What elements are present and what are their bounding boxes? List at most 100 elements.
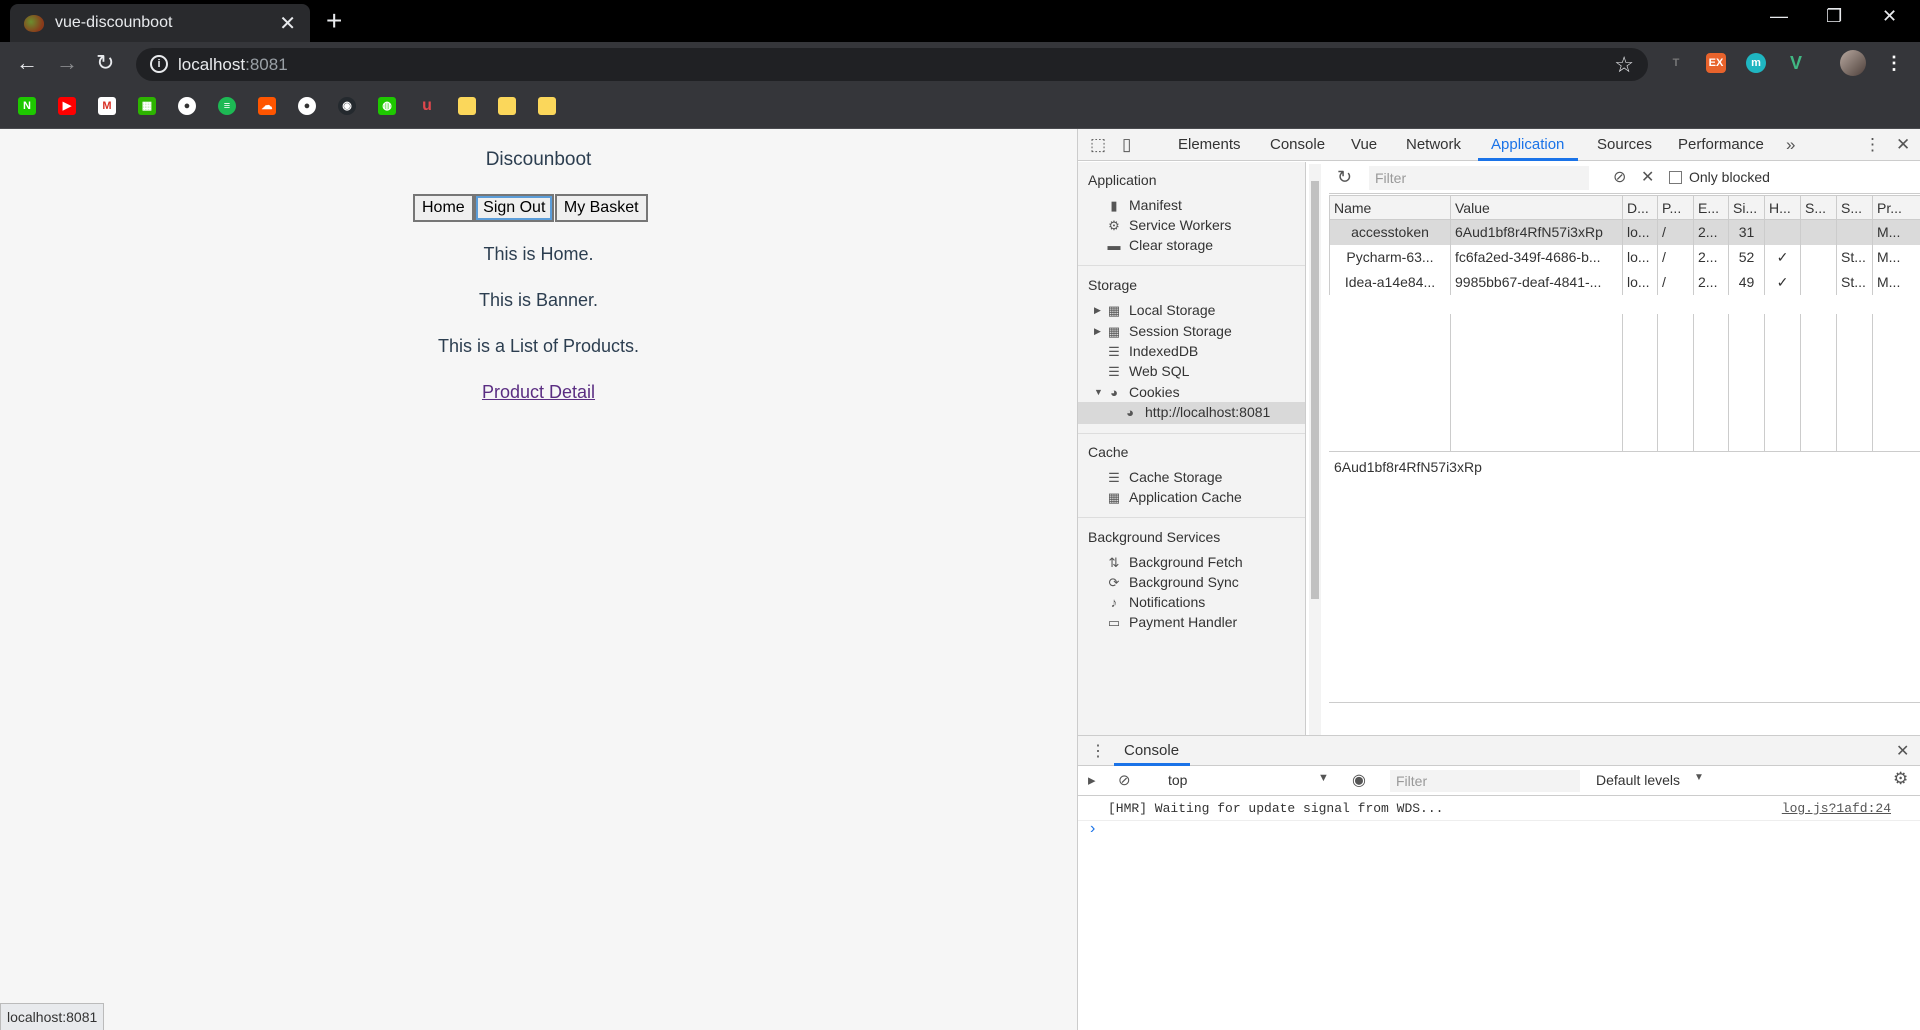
bookmark-globe-icon[interactable]: ● bbox=[178, 97, 196, 115]
table-row[interactable]: accesstoken 6Aud1bf8r4RfN57i3xRp lo... /… bbox=[1329, 219, 1920, 245]
product-detail-link[interactable]: Product Detail bbox=[482, 382, 595, 402]
more-tabs-icon[interactable]: » bbox=[1786, 135, 1795, 155]
sidebar-item-notifications[interactable]: ♪ Notifications bbox=[1106, 594, 1206, 610]
sidebar-item-clear-storage[interactable]: ▬ Clear storage bbox=[1106, 237, 1214, 253]
sidebar-item-session-storage[interactable]: ▦ Session Storage bbox=[1106, 323, 1232, 340]
my-basket-button[interactable]: My Basket bbox=[554, 194, 648, 222]
drawer-menu-icon[interactable]: ⋮ bbox=[1090, 741, 1106, 761]
tab-console[interactable]: Console bbox=[1270, 136, 1325, 153]
sidebar-item-indexeddb[interactable]: ☰ IndexedDB bbox=[1106, 343, 1198, 360]
eye-icon[interactable]: ◉ bbox=[1352, 770, 1366, 790]
sidebar-item-manifest[interactable]: ▮ Manifest bbox=[1106, 197, 1182, 214]
gear-icon[interactable]: ⚙ bbox=[1893, 769, 1908, 789]
sidebar-item-cookie-origin[interactable]: ◕ http://localhost:8081 bbox=[1122, 404, 1270, 420]
tab-application[interactable]: Application bbox=[1491, 136, 1564, 153]
tab-vue[interactable]: Vue bbox=[1351, 136, 1377, 153]
browser-tab[interactable]: vue-discounboot ✕ bbox=[10, 4, 310, 42]
sidebar-item-web-sql[interactable]: ☰ Web SQL bbox=[1106, 363, 1189, 380]
reload-icon[interactable]: ↻ bbox=[96, 50, 114, 76]
clear-console-icon[interactable]: ⊘ bbox=[1118, 771, 1131, 789]
close-window-icon[interactable]: ✕ bbox=[1882, 6, 1897, 27]
bookmark-star-icon[interactable]: ☆ bbox=[1614, 52, 1634, 78]
console-filter-input[interactable]: Filter bbox=[1390, 770, 1580, 792]
extension-t-icon[interactable]: T bbox=[1666, 53, 1686, 73]
chevron-down-icon[interactable]: ▼ bbox=[1318, 772, 1329, 784]
bookmark-soundcloud-icon[interactable]: ☁ bbox=[258, 97, 276, 115]
bookmark-note-icon[interactable] bbox=[538, 97, 556, 115]
console-prompt[interactable]: › bbox=[1090, 820, 1095, 838]
collapse-arrow-icon[interactable]: ▼ bbox=[1094, 387, 1103, 397]
column-header[interactable]: S... bbox=[1836, 195, 1873, 220]
column-header[interactable]: Pr... bbox=[1872, 195, 1920, 220]
column-header[interactable]: H... bbox=[1764, 195, 1801, 220]
column-header[interactable]: E... bbox=[1693, 195, 1729, 220]
sign-out-button[interactable]: Sign Out bbox=[474, 194, 555, 222]
bookmark-note-icon[interactable] bbox=[458, 97, 476, 115]
cookie-filter-input[interactable]: Filter bbox=[1369, 166, 1589, 190]
sidebar-item-service-workers[interactable]: ⚙ Service Workers bbox=[1106, 217, 1231, 234]
bookmark-globe-icon[interactable]: ● bbox=[298, 97, 316, 115]
sidebar-item-payment-handler[interactable]: ▭ Payment Handler bbox=[1106, 614, 1237, 631]
forward-icon[interactable]: → bbox=[56, 50, 78, 76]
home-button[interactable]: Home bbox=[413, 194, 474, 222]
bookmark-app-icon[interactable]: ◍ bbox=[378, 97, 396, 115]
bookmark-github-icon[interactable]: ◉ bbox=[338, 97, 356, 115]
context-select[interactable]: top bbox=[1168, 772, 1187, 788]
tab-performance[interactable]: Performance bbox=[1678, 136, 1764, 153]
sidebar-item-background-fetch[interactable]: ⇅ Background Fetch bbox=[1106, 554, 1243, 571]
close-drawer-icon[interactable]: ✕ bbox=[1896, 741, 1909, 761]
only-blocked-checkbox[interactable] bbox=[1669, 171, 1682, 184]
extension-ex-icon[interactable]: EX bbox=[1706, 53, 1726, 73]
delete-selected-icon[interactable]: ✕ bbox=[1641, 167, 1654, 187]
expand-arrow-icon[interactable]: ▶ bbox=[1094, 326, 1101, 337]
tab-sources[interactable]: Sources bbox=[1597, 136, 1652, 153]
bookmark-calendar-icon[interactable]: ▦ bbox=[138, 97, 156, 115]
devtools-menu-icon[interactable]: ⋮ bbox=[1864, 135, 1881, 155]
tab-drawer-console[interactable]: Console bbox=[1124, 742, 1179, 759]
console-source-link[interactable]: log.js?1afd:24 bbox=[1782, 801, 1891, 816]
log-levels-select[interactable]: Default levels bbox=[1596, 772, 1680, 788]
tab-elements[interactable]: Elements bbox=[1178, 136, 1241, 153]
clear-all-icon[interactable]: ⊘ bbox=[1613, 167, 1626, 187]
new-tab-icon[interactable]: + bbox=[326, 5, 342, 37]
profile-avatar[interactable] bbox=[1840, 50, 1866, 76]
inspect-element-icon[interactable]: ⬚ bbox=[1090, 135, 1106, 155]
sidebar-item-background-sync[interactable]: ⟳ Background Sync bbox=[1106, 574, 1239, 591]
close-devtools-icon[interactable]: ✕ bbox=[1896, 135, 1910, 155]
bookmark-spotify-icon[interactable]: ≡ bbox=[218, 97, 236, 115]
column-header[interactable]: Si... bbox=[1728, 195, 1765, 220]
vue-devtools-icon[interactable]: V bbox=[1786, 53, 1806, 73]
table-row[interactable]: Idea-a14e84... 9985bb67-deaf-4841-... lo… bbox=[1329, 269, 1920, 295]
bookmark-youtube-icon[interactable]: ▶ bbox=[58, 97, 76, 115]
back-icon[interactable]: ← bbox=[16, 50, 38, 76]
minimize-icon[interactable]: — bbox=[1770, 6, 1788, 27]
table-cell: lo... bbox=[1622, 244, 1658, 270]
column-header[interactable]: Value bbox=[1450, 195, 1623, 220]
bookmark-naver-icon[interactable]: N bbox=[18, 97, 36, 115]
device-toggle-icon[interactable]: ▯ bbox=[1122, 135, 1131, 155]
site-info-icon[interactable]: i bbox=[150, 55, 168, 73]
sidebar-toggle-icon[interactable]: ▸ bbox=[1088, 771, 1096, 789]
bookmark-u-icon[interactable]: u bbox=[418, 97, 436, 115]
menu-dots-icon[interactable]: ⋮ bbox=[1884, 53, 1904, 73]
sidebar-item-cache-storage[interactable]: ☰ Cache Storage bbox=[1106, 469, 1222, 486]
sidebar-item-local-storage[interactable]: ▦ Local Storage bbox=[1106, 302, 1216, 319]
close-tab-icon[interactable]: ✕ bbox=[279, 11, 296, 36]
chevron-down-icon[interactable]: ▼ bbox=[1694, 772, 1704, 783]
tab-network[interactable]: Network bbox=[1406, 136, 1461, 153]
restore-icon[interactable]: ❐ bbox=[1826, 6, 1842, 27]
column-header[interactable]: S... bbox=[1800, 195, 1837, 220]
column-header[interactable]: Name bbox=[1329, 195, 1451, 220]
bookmark-note-icon[interactable] bbox=[498, 97, 516, 115]
sidebar-scrollbar-thumb[interactable] bbox=[1311, 181, 1319, 599]
sidebar-item-cookies[interactable]: ◕ Cookies bbox=[1106, 384, 1180, 400]
expand-arrow-icon[interactable]: ▶ bbox=[1094, 305, 1101, 316]
extension-m-icon[interactable]: m bbox=[1746, 53, 1766, 73]
column-header[interactable]: P... bbox=[1657, 195, 1694, 220]
column-header[interactable]: D... bbox=[1622, 195, 1658, 220]
address-bar[interactable]: i localhost:8081 ☆ bbox=[136, 48, 1648, 81]
table-row[interactable]: Pycharm-63... fc6fa2ed-349f-4686-b... lo… bbox=[1329, 244, 1920, 270]
sidebar-item-application-cache[interactable]: ▦ Application Cache bbox=[1106, 489, 1242, 506]
bookmark-gmail-icon[interactable]: M bbox=[98, 97, 116, 115]
refresh-icon[interactable]: ↻ bbox=[1337, 167, 1352, 188]
